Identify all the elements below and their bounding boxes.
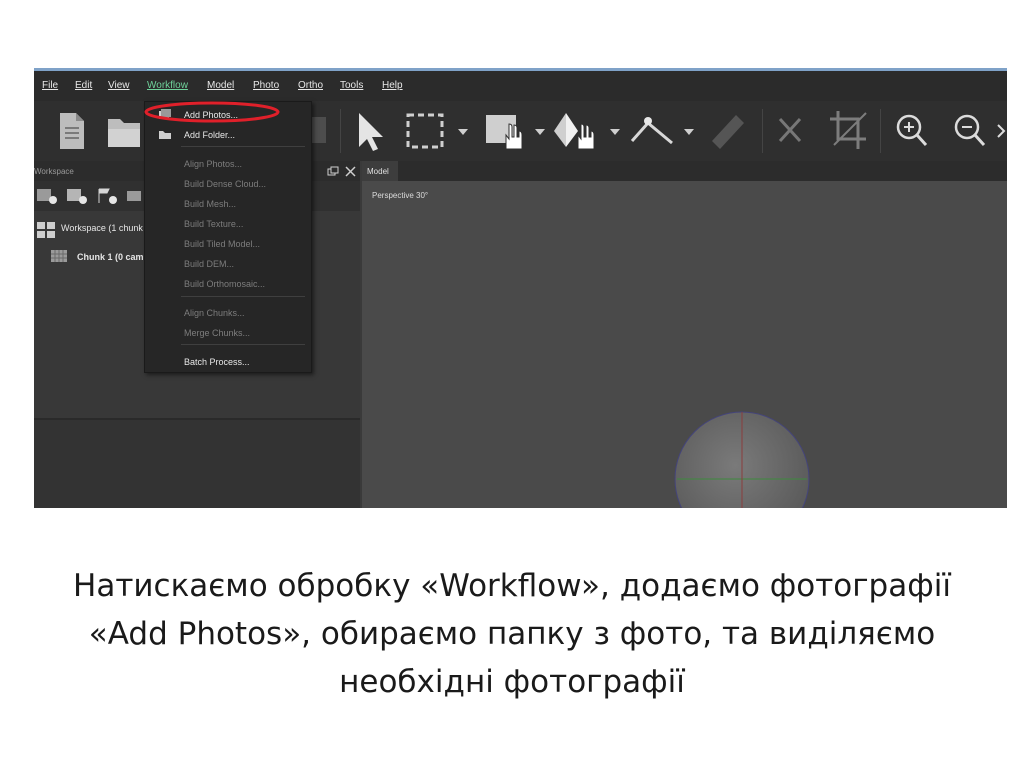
trackball-sphere[interactable]	[672, 409, 812, 508]
menu-item-label: Build Dense Cloud...	[184, 179, 267, 189]
move-dropdown-icon[interactable]	[610, 129, 620, 135]
new-document-icon[interactable]	[52, 101, 92, 161]
menu-item-build-texture[interactable]: Build Texture...	[145, 214, 311, 232]
toolbar-overflow-icon[interactable]	[996, 101, 1007, 161]
measure-ruler-icon[interactable]	[706, 101, 750, 161]
menu-file[interactable]: File	[42, 80, 58, 91]
menu-workflow[interactable]: Workflow	[147, 80, 188, 91]
rectangle-selection-icon[interactable]	[402, 101, 448, 161]
menu-item-label: Build Mesh...	[184, 199, 237, 209]
menu-item-label: Align Photos...	[184, 159, 243, 169]
zoom-out-icon[interactable]	[948, 101, 992, 161]
menu-separator	[181, 146, 305, 147]
menu-item-label: Merge Chunks...	[184, 328, 251, 338]
menu-item-label: Build DEM...	[184, 259, 235, 269]
workspace-icon	[37, 222, 55, 238]
workspace-title: Workspace	[34, 167, 74, 176]
menu-item-merge-chunks[interactable]: Merge Chunks...	[145, 323, 311, 341]
menu-help[interactable]: Help	[382, 80, 403, 91]
delete-icon[interactable]	[770, 101, 810, 161]
menu-separator	[181, 344, 305, 345]
perspective-label: Perspective 30°	[372, 191, 429, 200]
menu-item-label: Build Tiled Model...	[184, 239, 261, 249]
menu-item-add-folder[interactable]: Add Folder...	[145, 125, 311, 143]
toolbar-separator	[340, 109, 341, 153]
menu-item-label: Align Chunks...	[184, 308, 245, 318]
rect-selection-dropdown-icon[interactable]	[458, 129, 468, 135]
menu-item-label: Batch Process...	[184, 357, 250, 367]
menu-edit[interactable]: Edit	[75, 80, 92, 91]
menu-item-build-dense-cloud[interactable]: Build Dense Cloud...	[145, 174, 311, 192]
menu-item-label: Add Folder...	[184, 130, 236, 140]
add-marker-icon[interactable]	[96, 187, 118, 205]
workflow-dropdown-menu: Add Photos... Add Folder... Align Photos…	[144, 101, 312, 373]
menu-item-build-tiled-model[interactable]: Build Tiled Model...	[145, 234, 311, 252]
workspace-bottom-pane	[34, 418, 360, 508]
ruler-dropdown-icon[interactable]	[684, 129, 694, 135]
menu-item-label: Build Orthomosaic...	[184, 279, 266, 289]
select-arrow-icon[interactable]	[350, 101, 386, 161]
crop-icon[interactable]	[826, 101, 870, 161]
menu-view[interactable]: View	[108, 80, 130, 91]
tab-model[interactable]: Model	[362, 161, 398, 181]
menu-item-build-mesh[interactable]: Build Mesh...	[145, 194, 311, 212]
tab-model-label: Model	[367, 167, 389, 176]
menu-model[interactable]: Model	[207, 80, 234, 91]
menu-photo[interactable]: Photo	[253, 80, 279, 91]
workspace-root-label[interactable]: Workspace (1 chunk	[61, 223, 143, 233]
model-view: Model Perspective 30°	[362, 161, 1007, 508]
menu-item-build-dem[interactable]: Build DEM...	[145, 254, 311, 272]
menu-item-align-photos[interactable]: Align Photos...	[145, 154, 311, 172]
ruler-line-icon[interactable]	[626, 101, 680, 161]
menu-tools[interactable]: Tools	[340, 80, 363, 91]
menu-separator	[181, 296, 305, 297]
menu-item-batch-process[interactable]: Batch Process...	[145, 352, 311, 370]
float-panel-icon[interactable]	[327, 166, 339, 177]
zoom-in-icon[interactable]	[890, 101, 934, 161]
menu-item-align-chunks[interactable]: Align Chunks...	[145, 303, 311, 321]
hand-dropdown-icon[interactable]	[535, 129, 545, 135]
chunk-label[interactable]: Chunk 1 (0 cam	[77, 252, 144, 262]
toolbar-separator-3	[880, 109, 881, 153]
highlight-ellipse	[144, 101, 280, 123]
model-tabbar: Model	[362, 161, 1007, 181]
toolbar-separator-2	[762, 109, 763, 153]
open-folder-icon[interactable]	[104, 101, 144, 161]
menu-item-build-orthomosaic[interactable]: Build Orthomosaic...	[145, 274, 311, 292]
app-screenshot: File Edit View Workflow Model Photo Orth…	[34, 68, 1007, 508]
menu-ortho[interactable]: Ortho	[298, 80, 323, 91]
add-chunk-icon[interactable]	[36, 187, 58, 205]
move-object-icon[interactable]	[550, 101, 600, 161]
close-panel-icon[interactable]	[344, 165, 357, 178]
navigation-hand-icon[interactable]	[482, 101, 528, 161]
slide-caption: Натискаємо обробку «Workflow», додаємо ф…	[73, 568, 951, 700]
add-folder-icon	[159, 131, 171, 139]
add-photos-small-icon[interactable]	[66, 187, 88, 205]
menu-bar: File Edit View Workflow Model Photo Orth…	[34, 71, 1007, 101]
menu-item-label: Build Texture...	[184, 219, 244, 229]
chunk-icon	[51, 250, 67, 262]
